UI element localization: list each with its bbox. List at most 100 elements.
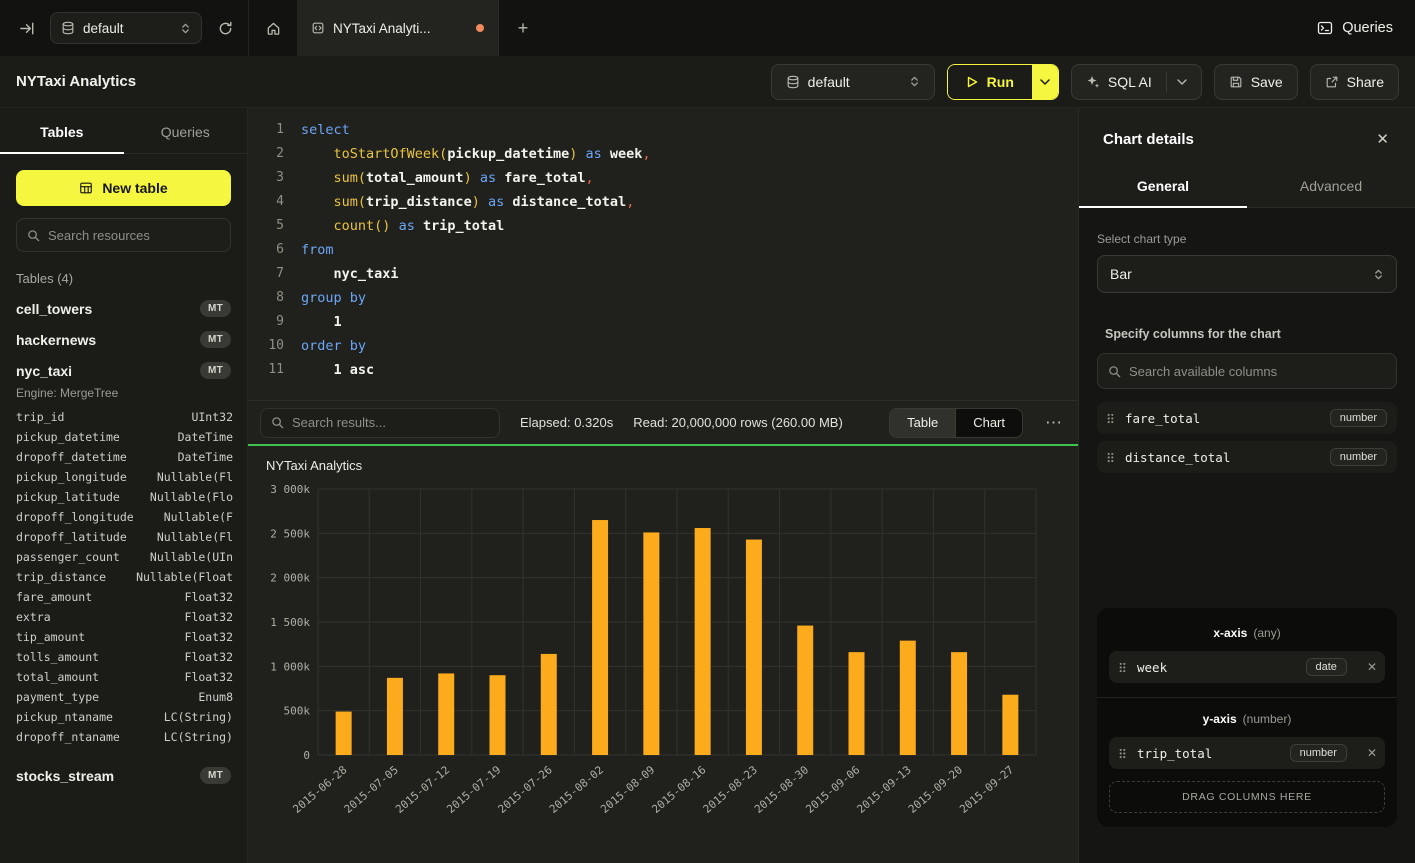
column-row[interactable]: total_amountFloat32: [0, 667, 247, 687]
editor-line[interactable]: 5 count() as trip_total: [248, 214, 1078, 238]
editor-line[interactable]: 10order by: [248, 334, 1078, 358]
x-axis-field[interactable]: week date ✕: [1109, 651, 1385, 683]
engine-badge: MT: [200, 362, 231, 379]
column-name: pickup_datetime: [16, 430, 120, 444]
editor-line[interactable]: 4 sum(trip_distance) as distance_total,: [248, 190, 1078, 214]
remove-y-axis-icon[interactable]: ✕: [1367, 746, 1377, 760]
drag-handle-icon[interactable]: [1106, 412, 1115, 425]
queries-button[interactable]: Queries: [1317, 20, 1393, 36]
drag-handle-icon[interactable]: [1118, 661, 1127, 674]
query-header: NYTaxi Analytics default Run: [0, 56, 1415, 108]
bar-chart[interactable]: 0500k1 000k1 500k2 000k2 500k3 000k2015-…: [264, 475, 1062, 847]
editor-line[interactable]: 3 sum(total_amount) as fare_total,: [248, 166, 1078, 190]
column-row[interactable]: trip_idUInt32: [0, 407, 247, 427]
column-row[interactable]: passenger_countNullable(UIn: [0, 547, 247, 567]
search-columns-input[interactable]: [1129, 364, 1386, 379]
column-row[interactable]: pickup_longitudeNullable(Fl: [0, 467, 247, 487]
chart-type-select[interactable]: Bar: [1097, 255, 1397, 293]
editor-line[interactable]: 7 nyc_taxi: [248, 262, 1078, 286]
tab-title: NYTaxi Analyti...: [333, 21, 431, 36]
engine-badge: MT: [200, 767, 231, 784]
tab-nytaxi-analytics[interactable]: NYTaxi Analyti...: [297, 0, 499, 56]
results-search[interactable]: [260, 408, 500, 438]
editor-line[interactable]: 2 toStartOfWeek(pickup_datetime) as week…: [248, 142, 1078, 166]
sidebar-tab-tables[interactable]: Tables: [0, 108, 124, 153]
sidebar-tab-queries[interactable]: Queries: [124, 108, 248, 153]
drag-handle-icon[interactable]: [1118, 747, 1127, 760]
run-button[interactable]: Run: [947, 64, 1059, 100]
save-button[interactable]: Save: [1214, 64, 1298, 100]
sql-editor[interactable]: 1select2 toStartOfWeek(pickup_datetime) …: [248, 108, 1078, 400]
search-results-input[interactable]: [292, 415, 489, 430]
view-table-button[interactable]: Table: [890, 409, 956, 437]
column-row[interactable]: pickup_datetimeDateTime: [0, 427, 247, 447]
view-chart-button[interactable]: Chart: [956, 409, 1022, 437]
available-column-distance-total[interactable]: distance_total number: [1097, 441, 1397, 473]
column-row[interactable]: payment_typeEnum8: [0, 687, 247, 707]
topbar-db-selector[interactable]: default: [50, 12, 202, 44]
table-item[interactable]: stocks_stream MT: [0, 760, 247, 791]
code-text: 1 asc: [284, 358, 374, 382]
column-row[interactable]: tolls_amountFloat32: [0, 647, 247, 667]
column-row[interactable]: pickup_ntanameLC(String): [0, 707, 247, 727]
column-row[interactable]: tip_amountFloat32: [0, 627, 247, 647]
new-tab-button[interactable]: +: [499, 0, 547, 56]
editor-line[interactable]: 6from: [248, 238, 1078, 262]
search-resources-input[interactable]: [48, 228, 220, 243]
sql-ai-button[interactable]: SQL AI: [1071, 64, 1202, 100]
column-row[interactable]: dropoff_datetimeDateTime: [0, 447, 247, 467]
drag-handle-icon[interactable]: [1106, 451, 1115, 464]
editor-line[interactable]: 1select: [248, 118, 1078, 142]
new-table-label: New table: [102, 180, 167, 196]
columns-search[interactable]: [1097, 353, 1397, 389]
table-name: stocks_stream: [16, 768, 114, 784]
table-engine: Engine: MergeTree: [0, 386, 247, 407]
column-row[interactable]: trip_distanceNullable(Float: [0, 567, 247, 587]
refresh-icon[interactable]: [212, 15, 238, 41]
column-type: Nullable(Flo: [150, 490, 233, 504]
header-actions: default Run SQ: [771, 64, 1399, 100]
collapse-sidebar-icon[interactable]: [14, 15, 40, 41]
column-name: dropoff_datetime: [16, 450, 127, 464]
chevron-down-icon[interactable]: [1177, 79, 1187, 85]
tab-general[interactable]: General: [1079, 166, 1247, 207]
more-options-button[interactable]: ⋯: [1043, 413, 1064, 433]
line-number: 5: [248, 214, 284, 238]
y-axis-field[interactable]: trip_total number ✕: [1109, 737, 1385, 769]
remove-x-axis-icon[interactable]: ✕: [1367, 660, 1377, 674]
tab-advanced[interactable]: Advanced: [1247, 166, 1415, 207]
editor-line[interactable]: 8group by: [248, 286, 1078, 310]
chart-type-value: Bar: [1110, 266, 1132, 282]
column-name: dropoff_ntaname: [16, 730, 120, 744]
home-tab[interactable]: [249, 0, 297, 56]
editor-line[interactable]: 9 1: [248, 310, 1078, 334]
available-column-fare-total[interactable]: fare_total number: [1097, 402, 1397, 434]
column-row[interactable]: dropoff_longitudeNullable(F: [0, 507, 247, 527]
close-icon[interactable]: ✕: [1370, 128, 1395, 150]
column-row[interactable]: dropoff_ntanameLC(String): [0, 727, 247, 747]
column-row[interactable]: extraFloat32: [0, 607, 247, 627]
editor-line[interactable]: 11 1 asc: [248, 358, 1078, 382]
sidebar-search[interactable]: [16, 218, 231, 252]
share-button[interactable]: Share: [1310, 64, 1399, 100]
table-item[interactable]: cell_towersMT: [0, 293, 247, 324]
y-axis-hint: (number): [1243, 712, 1292, 726]
column-type: Float32: [185, 670, 233, 684]
topbar-left: default: [0, 0, 248, 56]
column-row[interactable]: pickup_latitude Nullable(Flo: [0, 487, 247, 507]
table-item[interactable]: nyc_taxiMT: [0, 355, 247, 386]
column-name: payment_type: [16, 690, 99, 704]
column-row[interactable]: fare_amountFloat32: [0, 587, 247, 607]
specify-columns-label: Specify columns for the chart: [1105, 327, 1397, 341]
db-selector[interactable]: default: [771, 64, 935, 100]
queries-icon: [1317, 20, 1333, 36]
new-table-button[interactable]: New table: [16, 170, 231, 206]
column-row[interactable]: dropoff_latitudeNullable(Fl: [0, 527, 247, 547]
table-item[interactable]: hackernewsMT: [0, 324, 247, 355]
x-axis-label: x-axis: [1213, 626, 1247, 640]
column-name: passenger_count: [16, 550, 120, 564]
run-options-caret[interactable]: [1032, 65, 1058, 99]
column-name: pickup_latitude: [16, 490, 120, 504]
run-main[interactable]: Run: [948, 65, 1032, 99]
drag-columns-drop-zone[interactable]: DRAG COLUMNS HERE: [1109, 781, 1385, 813]
